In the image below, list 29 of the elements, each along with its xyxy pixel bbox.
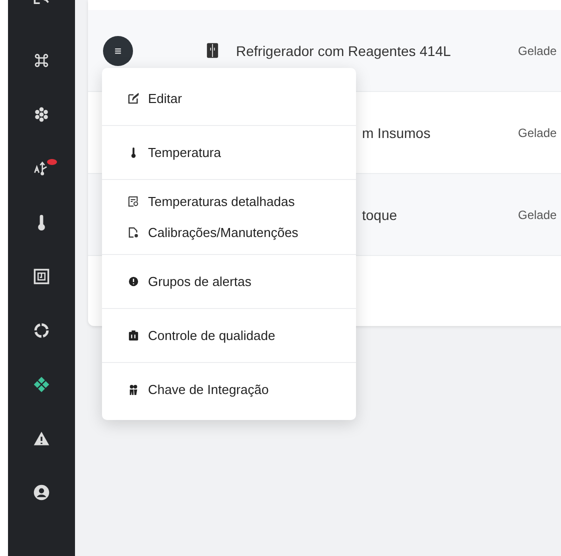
- menu-button[interactable]: ≡: [103, 36, 133, 66]
- table-cell: toque: [362, 206, 398, 222]
- table-cell-text: Gelade: [518, 208, 558, 222]
- menu-item[interactable]: Temperaturas detalhadas: [102, 186, 356, 217]
- ring-icon[interactable]: [33, 322, 50, 338]
- flower-icon[interactable]: [33, 106, 50, 122]
- menu-item[interactable]: Chave de Integração: [102, 369, 356, 410]
- menu-item[interactable]: Calibrações/Manutenções: [102, 217, 356, 248]
- user-icon[interactable]: [33, 484, 50, 500]
- table-cell-text: Gelade: [518, 44, 558, 58]
- table-cell: m Insumos: [362, 124, 430, 140]
- menu-item[interactable]: Editar: [102, 78, 356, 119]
- menu-item[interactable]: Grupos de alertas: [102, 261, 356, 302]
- fridge-icon: [206, 42, 219, 59]
- people-icon: [128, 384, 139, 395]
- file-icon: [128, 227, 139, 238]
- sort-icon[interactable]: [33, 160, 50, 176]
- clipboard-icon: [128, 330, 139, 341]
- diamond-icon[interactable]: [33, 376, 50, 392]
- command-icon[interactable]: [33, 52, 50, 68]
- menu-item[interactable]: Temperatura: [102, 132, 356, 173]
- table-cell-text: Gelade: [518, 126, 558, 140]
- menu-item[interactable]: Controle de qualidade: [102, 315, 356, 356]
- square-icon[interactable]: [33, 268, 50, 284]
- warning-icon[interactable]: [33, 430, 50, 446]
- alert-icon: [128, 276, 139, 287]
- table-cell: Refrigerador com Reagentes 414L: [236, 42, 451, 58]
- edit-icon: [128, 93, 139, 104]
- report-icon: [128, 196, 139, 207]
